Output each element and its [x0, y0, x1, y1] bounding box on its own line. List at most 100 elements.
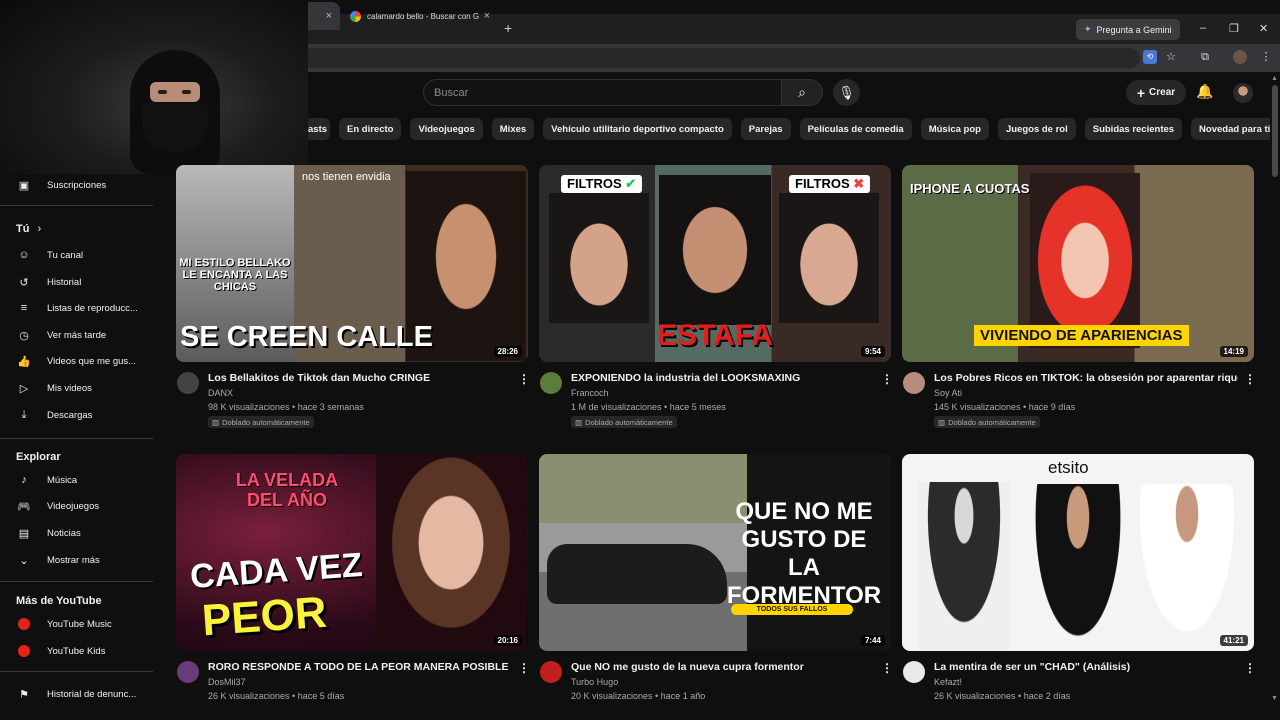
- sidebar-item-show-more[interactable]: ⌄ Mostrar más: [0, 547, 155, 573]
- sidebar-item-gaming[interactable]: 🎮 Videojuegos: [0, 493, 155, 519]
- chip-novedad[interactable]: Novedad para ti: [1191, 118, 1279, 140]
- scroll-up-arrow-icon[interactable]: ▲: [1271, 75, 1278, 82]
- scroll-down-arrow-icon[interactable]: ▼: [1271, 695, 1278, 702]
- tab-close-icon[interactable]: ×: [326, 10, 332, 22]
- video-title[interactable]: Que NO me gusto de la nueva cupra formen…: [571, 661, 871, 673]
- minimize-icon[interactable]: –: [1200, 22, 1206, 34]
- video-meta: 26 K visualizaciones • hace 5 días: [208, 691, 345, 701]
- search-input[interactable]: [424, 80, 782, 105]
- video-duration: 14:19: [1219, 346, 1248, 357]
- tab-google-search[interactable]: calamardo bello - Buscar con G ×: [342, 2, 498, 30]
- create-button[interactable]: + Crear: [1126, 80, 1186, 105]
- sidebar-item-news[interactable]: ▤ Noticias: [0, 520, 155, 546]
- dub-icon: ▨: [938, 417, 946, 427]
- sidebar-item-label: Suscripciones: [47, 179, 107, 191]
- sidebar-item-suscripciones[interactable]: ▣ Suscripciones: [0, 172, 155, 198]
- video-title[interactable]: Los Pobres Ricos en TIKTOK: la obsesión …: [934, 372, 1238, 384]
- sidebar-item-report-history[interactable]: ⚑ Historial de denunc...: [0, 681, 155, 707]
- search-button[interactable]: ⌕: [781, 79, 823, 106]
- chip-suv[interactable]: Vehículo utilitario deportivo compacto: [543, 118, 732, 140]
- thumbnail-caption: nos tienen envidia: [302, 171, 391, 183]
- video-title[interactable]: La mentira de ser un "CHAD" (Análisis): [934, 661, 1234, 673]
- ask-gemini-button[interactable]: ✦ Pregunta a Gemini: [1076, 19, 1180, 40]
- channel-avatar[interactable]: [540, 661, 562, 683]
- channel-avatar[interactable]: [177, 372, 199, 394]
- address-bar[interactable]: [300, 48, 1140, 68]
- more-options-icon[interactable]: ⋮: [518, 372, 530, 386]
- sidebar: ▣ Suscripciones Tú › ☺ Tu canal ↺ Histor…: [0, 174, 155, 720]
- voice-search-button[interactable]: 🎙: [833, 79, 860, 106]
- sidebar-item-yt-music[interactable]: YouTube Music: [0, 611, 155, 637]
- extensions-puzzle-icon[interactable]: ⧉: [1198, 50, 1212, 64]
- thumbnail-tag: FILTROS ✖: [789, 175, 871, 193]
- sidebar-item-my-videos[interactable]: ▷ Mis videos: [0, 375, 155, 401]
- sidebar-item-downloads[interactable]: ⤓ Descargas: [0, 402, 155, 428]
- youtube-kids-icon: [18, 645, 30, 657]
- chip-subidas-recientes[interactable]: Subidas recientes: [1084, 118, 1183, 140]
- video-thumbnail[interactable]: LA VELADA DEL AÑO CADA VEZ PEOR 20:16: [176, 454, 528, 651]
- channel-avatar[interactable]: [540, 372, 562, 394]
- more-options-icon[interactable]: ⋮: [881, 372, 893, 386]
- more-options-icon[interactable]: ⋮: [1244, 661, 1256, 675]
- channel-name[interactable]: DANX: [208, 388, 233, 398]
- channel-avatar[interactable]: [903, 661, 925, 683]
- video-thumbnail[interactable]: etsito 41:21: [902, 454, 1254, 651]
- more-options-icon[interactable]: ⋮: [881, 661, 893, 675]
- channel-avatar[interactable]: [903, 372, 925, 394]
- video-thumbnail[interactable]: QUE NO ME GUSTO DE LA FORMENTOR TODOS SU…: [539, 454, 891, 651]
- sidebar-divider: [0, 581, 153, 582]
- dub-icon: ▨: [212, 417, 220, 427]
- chip-juegos-rol[interactable]: Juegos de rol: [997, 118, 1076, 140]
- channel-name[interactable]: Turbo Hugo: [571, 677, 618, 687]
- browser-menu-icon[interactable]: ⋮: [1259, 50, 1273, 64]
- sidebar-item-playlists[interactable]: ≡ Listas de reproducc...: [0, 295, 155, 321]
- sidebar-item-yt-kids[interactable]: YouTube Kids: [0, 638, 155, 664]
- chip-videojuegos[interactable]: Videojuegos: [410, 118, 483, 140]
- thumbnail-headline: QUE NO ME GUSTO DE LA FORMENTOR: [726, 498, 882, 609]
- sidebar-item-label: Listas de reproducc...: [47, 302, 138, 314]
- close-window-icon[interactable]: ✕: [1259, 22, 1268, 35]
- sidebar-item-liked[interactable]: 👍 Videos que me gus...: [0, 348, 155, 374]
- tab-label: calamardo bello - Buscar con G: [367, 11, 480, 21]
- video-thumbnail[interactable]: IPHONE A CUOTAS VIVIENDO DE APARIENCIAS …: [902, 165, 1254, 362]
- video-title[interactable]: Los Bellakitos de Tiktok dan Mucho CRING…: [208, 372, 508, 384]
- chip-musica-pop[interactable]: Música pop: [920, 118, 989, 140]
- tab-close-icon[interactable]: ×: [484, 10, 490, 22]
- video-title[interactable]: RORO RESPONDE A TODO DE LA PEOR MANERA P…: [208, 661, 508, 673]
- chip-en-directo[interactable]: En directo: [339, 118, 402, 140]
- webcam-overlay: [0, 0, 308, 174]
- scrollbar-thumb[interactable]: [1272, 85, 1278, 177]
- sidebar-divider: [0, 438, 153, 439]
- chip-parejas[interactable]: Parejas: [740, 118, 791, 140]
- channel-avatar[interactable]: [177, 661, 199, 683]
- sidebar-heading-tu[interactable]: Tú ›: [0, 216, 155, 242]
- sidebar-item-historial[interactable]: ↺ Historial: [0, 269, 155, 295]
- video-thumbnail[interactable]: FILTROS ✔ FILTROS ✖ ESTAFA 9:54: [539, 165, 891, 362]
- bookmark-star-icon[interactable]: ☆: [1164, 50, 1178, 64]
- history-icon: ↺: [19, 276, 29, 289]
- dubbed-badge: ▨ Doblado automáticamente: [208, 416, 314, 428]
- channel-name[interactable]: Soy Ati: [934, 388, 962, 398]
- browser-profile-icon[interactable]: [1233, 50, 1247, 64]
- translate-extension-icon[interactable]: ⟲: [1143, 50, 1157, 64]
- sidebar-item-watch-later[interactable]: ◷ Ver más tarde: [0, 322, 155, 348]
- notifications-bell-icon[interactable]: 🔔: [1196, 83, 1213, 100]
- account-avatar[interactable]: [1233, 83, 1253, 103]
- more-options-icon[interactable]: ⋮: [1244, 372, 1256, 386]
- chip-comedia[interactable]: Películas de comedia: [799, 118, 912, 140]
- channel-name[interactable]: Kefazt!: [934, 677, 962, 687]
- channel-name[interactable]: DosMil37: [208, 677, 246, 687]
- sidebar-item-music[interactable]: ♪ Música: [0, 467, 155, 493]
- chip-mixes[interactable]: Mixes: [491, 118, 535, 140]
- video-thumbnail[interactable]: nos tienen envidia MI ESTILO BELLAKO LE …: [176, 165, 528, 362]
- sidebar-item-label: Historial: [47, 276, 82, 288]
- more-options-icon[interactable]: ⋮: [518, 661, 530, 675]
- dubbed-label: Doblado automáticamente: [948, 417, 1036, 427]
- new-tab-button[interactable]: +: [504, 20, 512, 36]
- channel-name[interactable]: Francoch: [571, 388, 609, 398]
- video-title[interactable]: EXPONIENDO la industria del LOOKSMAXING: [571, 372, 871, 384]
- restore-icon[interactable]: ❐: [1229, 22, 1239, 35]
- search-field[interactable]: [423, 79, 782, 106]
- video-meta: 98 K visualizaciones • hace 3 semanas: [208, 402, 364, 412]
- sidebar-item-tu-canal[interactable]: ☺ Tu canal: [0, 242, 155, 268]
